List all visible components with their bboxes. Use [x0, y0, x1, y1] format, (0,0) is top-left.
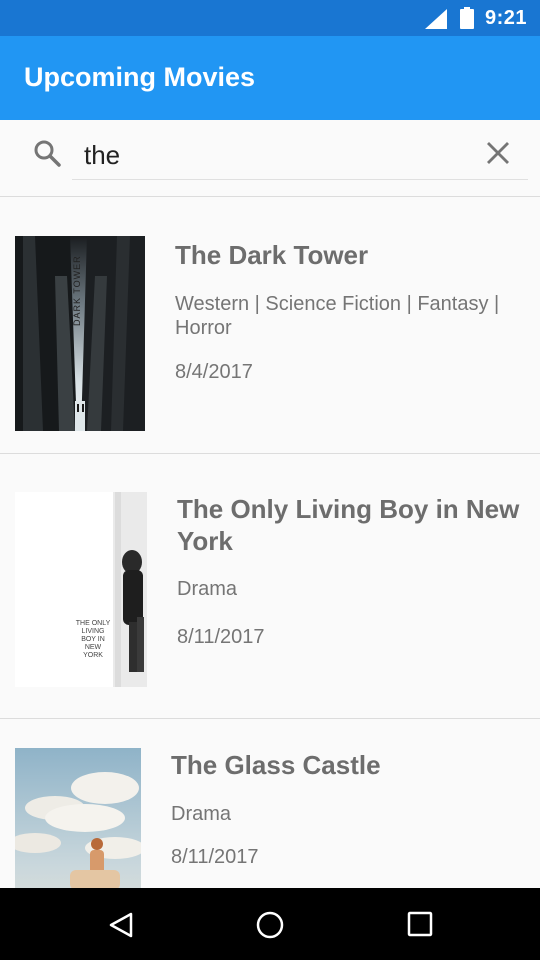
- battery-icon: [460, 7, 474, 29]
- poster-title: THE ONLY LIVING BOY IN NEW YORK: [75, 620, 111, 659]
- release-date: 8/11/2017: [171, 846, 259, 868]
- movie-genres: Drama: [171, 803, 232, 825]
- movie-genres: Western | Science Fiction | Fantasy | Ho…: [175, 293, 500, 339]
- movie-genres: Drama: [177, 578, 238, 600]
- signal-icon: [425, 9, 447, 29]
- movie-poster: THE ONLY LIVING BOY IN NEW YORK: [15, 492, 147, 687]
- movie-title: The Glass Castle: [171, 750, 381, 780]
- app-bar: Upcoming Movies: [0, 36, 540, 120]
- movie-title: The Dark Tower: [175, 240, 369, 270]
- close-icon[interactable]: [486, 141, 510, 165]
- list-item[interactable]: The Glass Castle Drama 8/11/2017: [0, 718, 540, 888]
- home-icon[interactable]: [255, 910, 285, 940]
- status-bar: 9:21: [0, 0, 540, 36]
- release-date: 8/4/2017: [175, 361, 253, 383]
- navigation-bar: [0, 888, 540, 960]
- search-icon: [34, 140, 61, 167]
- list-item[interactable]: DARK TOWER The Dark Tower Western | Scie…: [0, 197, 540, 454]
- list-item[interactable]: THE ONLY LIVING BOY IN NEW YORK The Only…: [0, 462, 540, 719]
- back-icon[interactable]: [107, 911, 135, 939]
- search-input[interactable]: [72, 132, 528, 180]
- search-bar: [0, 120, 540, 197]
- movie-title: The Only Living Boy in New York: [177, 494, 520, 556]
- movie-poster: DARK TOWER: [15, 236, 145, 431]
- movie-poster: [15, 748, 141, 888]
- poster-title: DARK TOWER: [72, 255, 82, 326]
- status-time: 9:21: [484, 7, 527, 29]
- movie-list: DARK TOWER The Dark Tower Western | Scie…: [0, 197, 540, 888]
- release-date: 8/11/2017: [177, 626, 265, 648]
- recents-icon[interactable]: [407, 911, 433, 937]
- page-title: Upcoming Movies: [24, 62, 256, 92]
